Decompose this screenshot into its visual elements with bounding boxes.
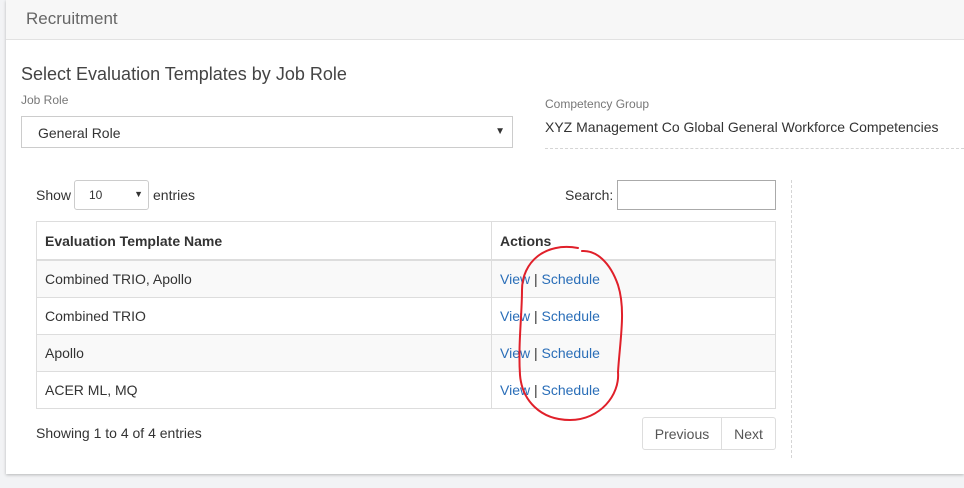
previous-page-button[interactable]: Previous [642, 417, 722, 450]
chevron-down-icon: ▼ [495, 126, 505, 137]
entries-per-page-value: 10 [89, 188, 103, 202]
panel-title: Recruitment [26, 9, 118, 28]
chevron-down-icon: ▼ [134, 189, 143, 199]
next-page-button[interactable]: Next [721, 417, 776, 450]
view-link[interactable]: View [500, 345, 530, 361]
actions-cell: View | Schedule [491, 371, 776, 409]
search-label: Search: [565, 187, 614, 203]
table-info-text: Showing 1 to 4 of 4 entries [36, 425, 202, 441]
panel-header: Recruitment [6, 0, 964, 40]
job-role-label: Job Role [21, 93, 69, 107]
actions-cell: View | Schedule [491, 259, 776, 298]
evaluation-templates-table: Evaluation Template Name Actions Combine… [36, 221, 776, 409]
column-header-actions: Actions [491, 221, 776, 261]
table-row: Combined TRIO View | Schedule [36, 297, 776, 335]
action-separator: | [533, 345, 538, 361]
entries-label: entries [153, 187, 196, 203]
view-link[interactable]: View [500, 382, 530, 398]
action-separator: | [533, 271, 538, 287]
actions-cell: View | Schedule [491, 334, 776, 372]
search-input[interactable] [617, 180, 776, 210]
column-header-template-name[interactable]: Evaluation Template Name [36, 221, 492, 261]
table-header-row: Evaluation Template Name Actions [36, 221, 776, 261]
action-separator: | [533, 308, 538, 324]
section-title: Select Evaluation Templates by Job Role [21, 64, 347, 84]
actions-cell: View | Schedule [491, 297, 776, 335]
recruitment-panel: Recruitment Select Evaluation Templates … [6, 0, 964, 474]
competency-group-label: Competency Group [545, 97, 650, 111]
action-separator: | [533, 382, 538, 398]
entries-per-page-select[interactable]: 10 ▼ [74, 180, 149, 210]
job-role-value: General Role [38, 125, 121, 141]
schedule-link[interactable]: Schedule [542, 308, 600, 324]
view-link[interactable]: View [500, 271, 530, 287]
competency-divider [545, 148, 964, 149]
template-name-cell: Combined TRIO [36, 297, 492, 335]
job-role-select[interactable]: General Role ▼ [21, 116, 513, 148]
view-link[interactable]: View [500, 308, 530, 324]
competency-group-value: XYZ Management Co Global General Workfor… [545, 119, 939, 135]
table-row: Combined TRIO, Apollo View | Schedule [36, 259, 776, 298]
schedule-link[interactable]: Schedule [542, 345, 600, 361]
template-name-cell: ACER ML, MQ [36, 371, 492, 409]
table-row: Apollo View | Schedule [36, 334, 776, 372]
table-row: ACER ML, MQ View | Schedule [36, 371, 776, 409]
template-name-cell: Combined TRIO, Apollo [36, 259, 492, 298]
show-label: Show [36, 187, 72, 203]
vertical-divider [791, 180, 792, 458]
schedule-link[interactable]: Schedule [542, 271, 600, 287]
schedule-link[interactable]: Schedule [542, 382, 600, 398]
template-name-cell: Apollo [36, 334, 492, 372]
